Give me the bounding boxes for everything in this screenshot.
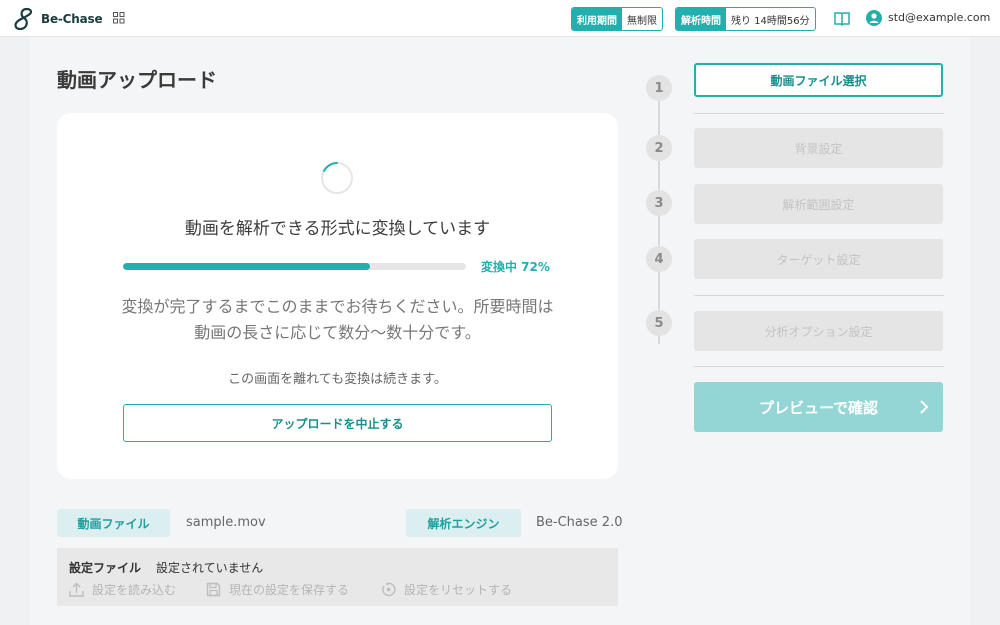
conversion-progress-label: 変換中 72% <box>481 260 550 274</box>
reset-settings-button[interactable]: 設定をリセットする <box>381 581 512 598</box>
logo-mark-icon <box>14 7 33 31</box>
step-target-settings-button[interactable]: ターゲット設定 <box>694 239 943 279</box>
usage-period-value: 無制限 <box>627 15 657 27</box>
loading-spinner-icon <box>321 162 353 194</box>
video-file-name: sample.mov <box>186 515 266 530</box>
preview-confirm-button[interactable]: プレビューで確認 <box>694 382 943 432</box>
settings-file-label: 設定ファイル <box>69 561 142 575</box>
conversion-note: この画面を離れても変換は続きます。 <box>228 372 447 387</box>
settings-file-panel: 設定ファイル 設定されていません 設定を読み込む 現在の設定を保存する 設定をリ… <box>57 548 618 606</box>
analysis-time-key: 解析時間 <box>676 8 726 30</box>
step-analysis-options-button[interactable]: 分析オプション設定 <box>694 311 943 351</box>
load-settings-button[interactable]: 設定を読み込む <box>69 581 176 598</box>
user-avatar-icon[interactable] <box>866 10 882 26</box>
cancel-upload-button[interactable]: アップロードを中止する <box>123 404 552 442</box>
analysis-time-value: 残り 14時間56分 <box>731 15 810 27</box>
conversion-progress-fill <box>123 263 370 270</box>
top-bar: Be-Chase 利用期間 無制限 解析時間 残り 14時間56分 std@ex… <box>0 0 1000 37</box>
preview-confirm-label: プレビューで確認 <box>758 398 879 417</box>
step-background-settings-button[interactable]: 背景設定 <box>694 128 943 168</box>
step-number-1: 1 <box>646 75 672 101</box>
step-number-4: 4 <box>646 246 672 272</box>
settings-file-value: 設定されていません <box>156 561 264 575</box>
load-settings-label: 設定を読み込む <box>92 583 177 597</box>
step-number-2: 2 <box>646 135 672 161</box>
analysis-engine-tag: 解析エンジン <box>406 509 521 537</box>
analysis-time-badge: 解析時間 残り 14時間56分 <box>675 7 816 31</box>
save-disk-icon <box>206 582 221 597</box>
reset-icon <box>382 582 396 597</box>
page-title: 動画アップロード <box>57 68 217 92</box>
save-settings-label: 現在の設定を保存する <box>229 583 350 597</box>
steps-separator <box>694 295 944 296</box>
user-email[interactable]: std@example.com <box>888 11 990 24</box>
manual-book-icon[interactable] <box>834 11 850 26</box>
chevron-right-icon <box>920 400 929 414</box>
steps-separator <box>694 113 944 114</box>
conversion-title: 動画を解析できる形式に変換しています <box>184 219 491 239</box>
video-file-tag: 動画ファイル <box>57 509 170 537</box>
usage-period-key: 利用期間 <box>572 8 622 30</box>
save-settings-button[interactable]: 現在の設定を保存する <box>206 581 349 598</box>
step-analysis-range-button[interactable]: 解析範囲設定 <box>694 184 943 224</box>
step-number-5: 5 <box>646 310 672 336</box>
conversion-progress-bar <box>123 263 466 270</box>
steps-separator <box>694 366 944 367</box>
app-grid-icon[interactable] <box>113 12 125 24</box>
step-number-3: 3 <box>646 190 672 216</box>
upload-icon <box>69 582 84 597</box>
logo-text: Be-Chase <box>41 12 103 26</box>
usage-period-badge: 利用期間 無制限 <box>571 7 663 31</box>
conversion-description: 変換が完了するまでこのままでお待ちください。所要時間は動画の長さに応じて数分〜数… <box>121 297 554 342</box>
reset-settings-label: 設定をリセットする <box>404 583 513 597</box>
app-logo[interactable]: Be-Chase <box>11 6 103 32</box>
conversion-status-card: 動画を解析できる形式に変換しています 変換中 72% 変換が完了するまでこのまま… <box>57 113 618 479</box>
step-video-file-select-button[interactable]: 動画ファイル選択 <box>694 63 943 97</box>
analysis-engine-value: Be-Chase 2.0 <box>536 515 623 530</box>
